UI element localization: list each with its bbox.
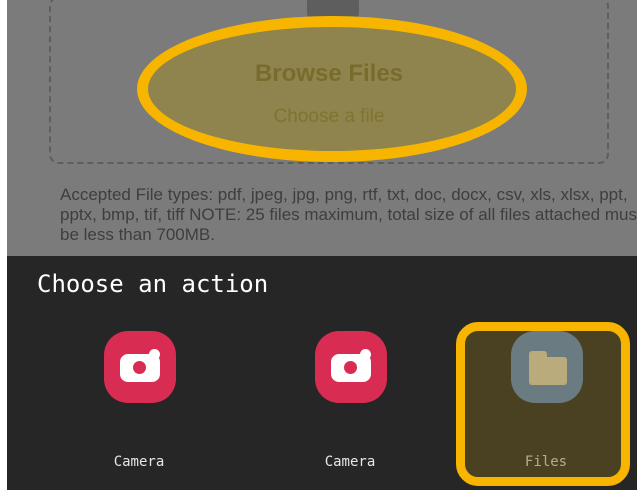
action-files[interactable]: Files: [481, 326, 611, 486]
choose-file-subtitle: Choose a file: [273, 106, 385, 127]
browse-files-title[interactable]: Browse Files: [7, 60, 637, 88]
action-camera-2[interactable]: Camera: [285, 326, 415, 486]
action-files-label: Files: [524, 454, 568, 470]
upload-page-dimmed: Browse Files Choose a file Accepted File…: [7, 0, 637, 262]
camera-icon: [104, 331, 176, 403]
action-camera-2-label: Camera: [324, 454, 376, 470]
action-camera-1[interactable]: Camera: [74, 326, 204, 486]
folder-icon: [511, 331, 583, 403]
camera-icon: [315, 331, 387, 403]
action-camera-1-label: Camera: [113, 454, 165, 470]
upload-icon: [307, 0, 359, 24]
accepted-file-types-note: Accepted File types: pdf, jpeg, jpg, png…: [60, 185, 637, 244]
action-sheet-title: Choose an action: [37, 270, 269, 298]
action-sheet: Choose an action Camera Camera Files: [7, 256, 637, 490]
